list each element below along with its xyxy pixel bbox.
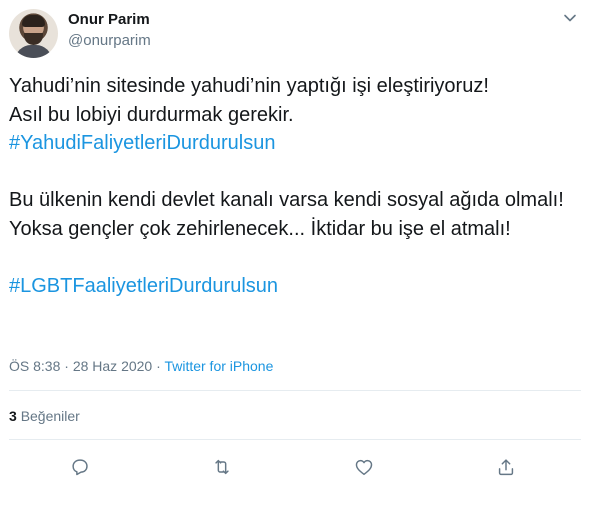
avatar-body	[15, 45, 52, 58]
avatar[interactable]	[9, 9, 58, 58]
hashtag-link-2[interactable]: #LGBTFaaliyetleriDurdurulsun	[9, 275, 278, 297]
tweet-actions	[0, 452, 590, 482]
likes-count[interactable]: 3 Beğeniler	[9, 408, 80, 424]
tweet-text: Yahudi’nin sitesinde yahudi’nin yaptığı …	[9, 72, 581, 300]
meta-separator-2: ·	[156, 358, 161, 374]
tweet-time[interactable]: ÖS 8:38	[9, 358, 60, 374]
divider-top	[9, 390, 581, 391]
tweet-date[interactable]: 28 Haz 2020	[73, 358, 152, 374]
tweet-source-link[interactable]: Twitter for iPhone	[164, 358, 273, 374]
likes-number: 3	[9, 408, 17, 424]
hashtag-link-1[interactable]: #YahudiFaliyetleriDurdurulsun	[9, 132, 275, 154]
tweet-meta: ÖS 8:38 · 28 Haz 2020 · Twitter for iPho…	[9, 358, 273, 374]
avatar-hair	[22, 15, 45, 27]
tweet-card: Onur Parim @onurparim Yahudi’nin sitesin…	[0, 0, 590, 510]
tweet-line-2: Asıl bu lobiyi durdurmak gerekir.	[9, 103, 294, 126]
retweet-icon[interactable]	[207, 452, 237, 482]
chevron-down-icon[interactable]	[562, 10, 578, 26]
divider-bottom	[9, 439, 581, 440]
share-icon[interactable]	[491, 452, 521, 482]
likes-label: Beğeniler	[20, 408, 80, 424]
tweet-paragraph-2: Bu ülkenin kendi devlet kanalı varsa ken…	[9, 189, 564, 240]
like-icon[interactable]	[349, 452, 379, 482]
user-name[interactable]: Onur Parim	[68, 11, 150, 28]
tweet-line-1: Yahudi’nin sitesinde yahudi’nin yaptığı …	[9, 75, 489, 97]
meta-separator: ·	[64, 358, 69, 374]
user-handle[interactable]: @onurparim	[68, 32, 151, 49]
reply-icon[interactable]	[65, 452, 95, 482]
avatar-beard	[24, 33, 43, 45]
